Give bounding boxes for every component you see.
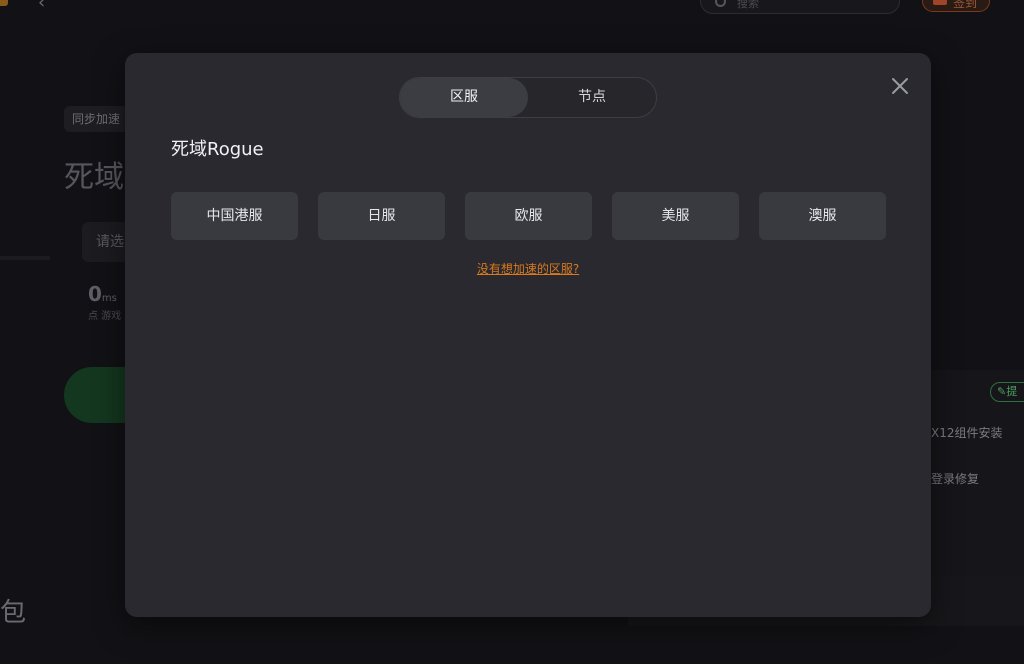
app-logo	[0, 0, 8, 6]
region-button-hk[interactable]: 中国港服	[171, 192, 298, 240]
missing-region-link[interactable]: 没有想加速的区服?	[125, 260, 931, 277]
back-arrow-icon: ‹	[38, 0, 46, 13]
background-feedback-badge: ✎提	[990, 382, 1024, 402]
region-button-au[interactable]: 澳服	[759, 192, 886, 240]
feedback-label: 提	[1006, 385, 1018, 398]
game-title: 死域Rogue	[171, 139, 264, 160]
background-search: 搜索	[700, 0, 900, 14]
background-ping: 0ms	[88, 282, 117, 306]
background-bottom-glyph: 包	[0, 598, 27, 628]
background-ping-label: 点 游戏	[88, 311, 122, 322]
modal-tabs: 区服 节点	[399, 77, 657, 118]
ping-unit: ms	[101, 293, 117, 304]
background-topbar: ‹ 搜索 签到	[0, 0, 1024, 14]
region-select-modal: 区服 节点 死域Rogue 中国港服 日服 欧服 美服 澳服 没有想加速的区服?	[125, 53, 931, 617]
background-tool-login-fix: 登录修复	[931, 472, 980, 486]
close-button[interactable]	[889, 75, 911, 97]
sign-label: 签到	[953, 0, 978, 10]
search-icon	[715, 0, 726, 7]
region-button-jp[interactable]: 日服	[318, 192, 445, 240]
region-button-us[interactable]: 美服	[612, 192, 739, 240]
background-divider	[0, 256, 50, 260]
background-title: 死域	[64, 160, 124, 195]
ping-value: 0	[88, 282, 102, 306]
search-placeholder: 搜索	[737, 0, 759, 10]
app-window: ‹ 搜索 签到 同步加速 死域 请选 0ms 点 游戏 包 ✎提 X12组件安装…	[0, 0, 1024, 664]
region-button-eu[interactable]: 欧服	[465, 192, 592, 240]
close-icon	[892, 78, 908, 94]
tab-node[interactable]: 节点	[528, 78, 656, 117]
tab-region[interactable]: 区服	[400, 78, 528, 117]
background-tool-dx12: X12组件安装	[931, 426, 1003, 440]
background-sign-button: 签到	[922, 0, 990, 12]
background-tag: 同步加速	[64, 106, 129, 132]
region-list: 中国港服 日服 欧服 美服 澳服	[171, 192, 886, 240]
gift-icon	[933, 0, 947, 5]
